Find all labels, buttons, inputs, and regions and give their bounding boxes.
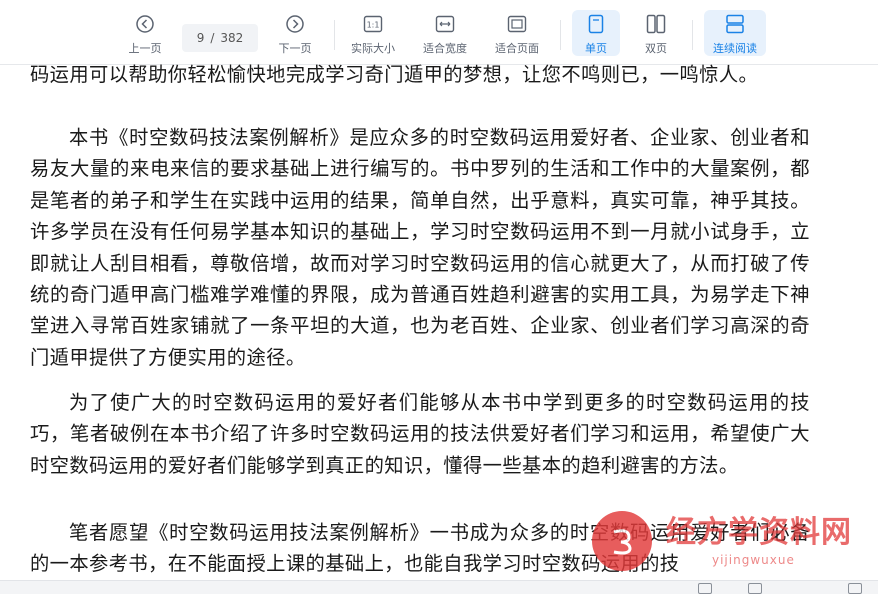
- toolbar-divider: [692, 20, 693, 50]
- paragraph: 码运用可以帮助你轻松愉快地完成学习奇门遁甲的梦想，让您不鸣则已，一鸣惊人。: [30, 63, 759, 86]
- next-page-button[interactable]: 下一页: [266, 10, 324, 56]
- fit-width-button[interactable]: 适合宽度: [414, 10, 476, 56]
- chevron-left-circle-icon: [135, 12, 155, 36]
- single-page-icon: [588, 12, 604, 36]
- chevron-right-circle-icon: [285, 12, 305, 36]
- double-page-button[interactable]: 双页: [632, 10, 680, 56]
- double-page-icon: [646, 12, 666, 36]
- actual-size-label: 实际大小: [351, 42, 395, 55]
- double-page-label: 双页: [645, 42, 667, 55]
- watermark-logo-icon: [592, 511, 652, 571]
- fit-page-label: 适合页面: [495, 42, 539, 55]
- page-thumbnail-icon[interactable]: [698, 583, 712, 594]
- paragraph: 为了使广大的时空数码运用的爱好者们能够从本书中学到更多的时空数码运用的技巧，笔者…: [30, 391, 810, 477]
- actual-size-icon: 1:1: [363, 12, 383, 36]
- sidebar-toggle-icon[interactable]: [748, 583, 762, 594]
- watermark-url: yijingwuxue: [712, 553, 795, 567]
- page-separator: /: [210, 31, 215, 45]
- fullscreen-icon[interactable]: [848, 583, 862, 594]
- page-indicator[interactable]: 9 / 382: [182, 24, 258, 52]
- fit-width-icon: [435, 12, 455, 36]
- watermark-brand: 经方学资料网: [666, 515, 852, 550]
- document-page[interactable]: 码运用可以帮助你轻松愉快地完成学习奇门遁甲的梦想，让您不鸣则已，一鸣惊人。 本书…: [0, 62, 878, 580]
- svg-text:1:1: 1:1: [367, 21, 380, 30]
- prev-page-label: 上一页: [128, 42, 162, 55]
- fit-width-label: 适合宽度: [423, 42, 467, 55]
- actual-size-button[interactable]: 1:1 实际大小: [342, 10, 404, 56]
- current-page-input[interactable]: 9: [197, 31, 205, 45]
- paragraph: 本书《时空数码技法案例解析》是应众多的时空数码运用爱好者、企业家、创业者和易友大…: [30, 126, 810, 369]
- total-pages: 382: [220, 31, 244, 45]
- fit-page-button[interactable]: 适合页面: [486, 10, 548, 56]
- continuous-reading-label: 连续阅读: [713, 42, 757, 55]
- toolbar-divider: [560, 20, 561, 50]
- continuous-reading-icon: [725, 12, 745, 36]
- prev-page-button[interactable]: 上一页: [116, 10, 174, 56]
- watermark: 经方学资料网 yijingwuxue: [592, 505, 872, 585]
- toolbar-divider: [334, 20, 335, 50]
- fit-page-icon: [507, 12, 527, 36]
- single-page-label: 单页: [585, 42, 607, 55]
- status-bar: [0, 580, 878, 594]
- viewer-toolbar: 上一页 9 / 382 下一页 1:1 实际大小 适合宽度 适合页面 单页 双页…: [0, 0, 878, 65]
- single-page-button[interactable]: 单页: [572, 10, 620, 56]
- continuous-reading-button[interactable]: 连续阅读: [704, 10, 766, 56]
- next-page-label: 下一页: [278, 42, 312, 55]
